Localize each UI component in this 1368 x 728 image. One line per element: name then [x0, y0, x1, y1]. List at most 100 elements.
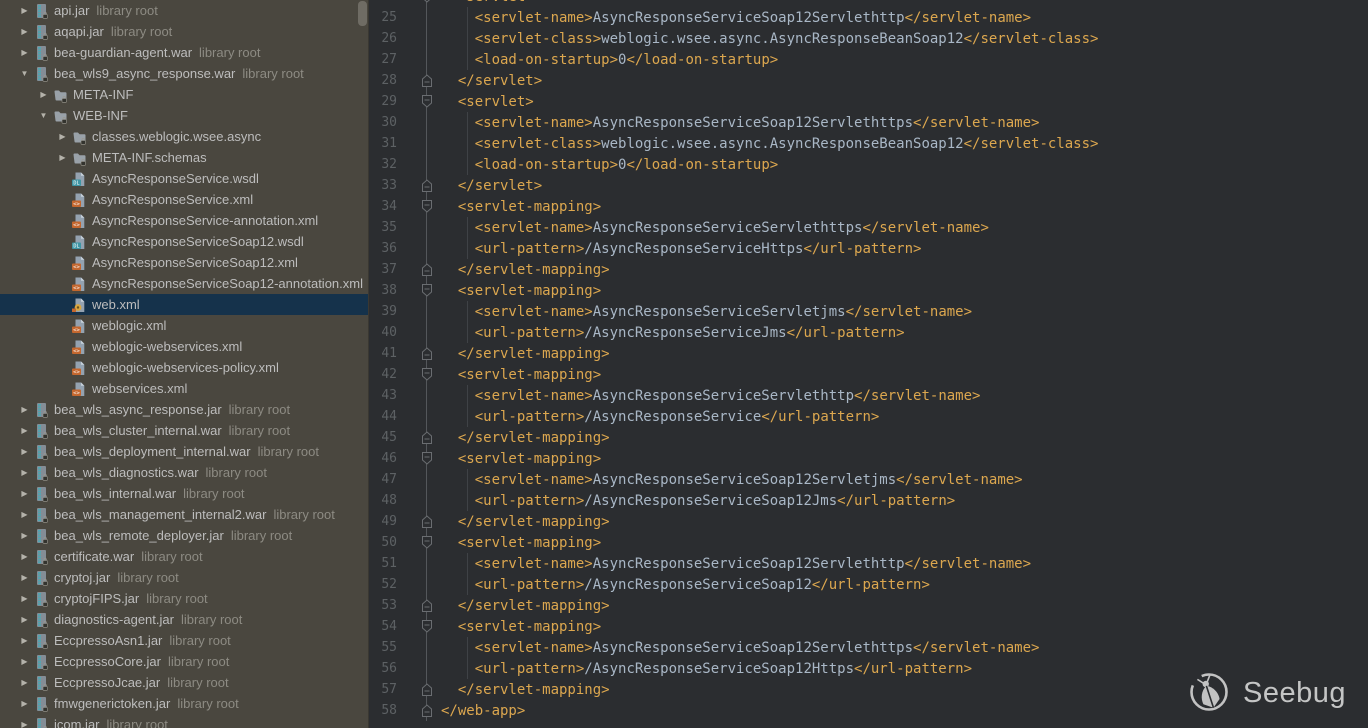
- code-line[interactable]: 46 <servlet-mapping>: [369, 448, 1368, 469]
- tree-item[interactable]: ▶ api.jar library root: [0, 0, 368, 21]
- tree-item[interactable]: ▶ EccpressoAsn1.jar library root: [0, 630, 368, 651]
- tree-item[interactable]: ▶ certificate.war library root: [0, 546, 368, 567]
- tree-item[interactable]: ▶ bea_wls_deployment_internal.war librar…: [0, 441, 368, 462]
- code-line[interactable]: 26 <servlet-class>weblogic.wsee.async.As…: [369, 28, 1368, 49]
- tree-scrollbar-thumb[interactable]: [358, 1, 367, 26]
- code-line[interactable]: 45 </servlet-mapping>: [369, 427, 1368, 448]
- code-line[interactable]: 43 <servlet-name>AsyncResponseServiceSer…: [369, 385, 1368, 406]
- tree-item[interactable]: ▶ EccpressoJcae.jar library root: [0, 672, 368, 693]
- tree-item[interactable]: ▶ diagnostics-agent.jar library root: [0, 609, 368, 630]
- expand-arrow-icon[interactable]: ▶: [16, 567, 33, 588]
- tree-item[interactable]: DL AsyncResponseServiceSoap12.wsdl: [0, 231, 368, 252]
- code-line[interactable]: 38 <servlet-mapping>: [369, 280, 1368, 301]
- fold-end-marker[interactable]: [421, 73, 433, 88]
- tree-item[interactable]: ▶ META-INF.schemas: [0, 147, 368, 168]
- expand-arrow-icon[interactable]: ▶: [54, 147, 71, 168]
- expand-arrow-icon[interactable]: ▶: [16, 609, 33, 630]
- fold-end-marker[interactable]: [421, 262, 433, 277]
- fold-start-marker[interactable]: [421, 451, 433, 466]
- tree-item[interactable]: ▶ bea_wls_cluster_internal.war library r…: [0, 420, 368, 441]
- code-line[interactable]: 32 <load-on-startup>0</load-on-startup>: [369, 154, 1368, 175]
- tree-item[interactable]: ▶ bea_wls_remote_deployer.jar library ro…: [0, 525, 368, 546]
- fold-start-marker[interactable]: [421, 94, 433, 109]
- tree-item-selected[interactable]: web.xml: [0, 294, 368, 315]
- code-line[interactable]: 33 </servlet>: [369, 175, 1368, 196]
- tree-item[interactable]: ▼ bea_wls9_async_response.war library ro…: [0, 63, 368, 84]
- tree-item[interactable]: ▶ EccpressoCore.jar library root: [0, 651, 368, 672]
- code-line[interactable]: 50 <servlet-mapping>: [369, 532, 1368, 553]
- tree-item[interactable]: ▶ bea_wls_async_response.jar library roo…: [0, 399, 368, 420]
- tree-item[interactable]: <> webservices.xml: [0, 378, 368, 399]
- code-line[interactable]: 54 <servlet-mapping>: [369, 616, 1368, 637]
- code-line[interactable]: 42 <servlet-mapping>: [369, 364, 1368, 385]
- code-line[interactable]: 51 <servlet-name>AsyncResponseServiceSoa…: [369, 553, 1368, 574]
- code-line[interactable]: 31 <servlet-class>weblogic.wsee.async.As…: [369, 133, 1368, 154]
- tree-item[interactable]: ▶ bea_wls_management_internal2.war libra…: [0, 504, 368, 525]
- expand-arrow-icon[interactable]: ▼: [16, 63, 33, 84]
- code-line[interactable]: 27 <load-on-startup>0</load-on-startup>: [369, 49, 1368, 70]
- code-line[interactable]: 24 <servlet>: [369, 0, 1368, 7]
- code-line[interactable]: 37 </servlet-mapping>: [369, 259, 1368, 280]
- code-line[interactable]: 39 <servlet-name>AsyncResponseServiceSer…: [369, 301, 1368, 322]
- code-line[interactable]: 40 <url-pattern>/AsyncResponseServiceJms…: [369, 322, 1368, 343]
- fold-start-marker[interactable]: [421, 535, 433, 550]
- tree-item[interactable]: ▶ bea_wls_diagnostics.war library root: [0, 462, 368, 483]
- fold-end-marker[interactable]: [421, 178, 433, 193]
- tree-item[interactable]: <> AsyncResponseService.xml: [0, 189, 368, 210]
- tree-item[interactable]: <> weblogic-webservices.xml: [0, 336, 368, 357]
- fold-start-marker[interactable]: [421, 367, 433, 382]
- fold-end-marker[interactable]: [421, 598, 433, 613]
- code-editor[interactable]: 24 <servlet> 25 <servlet-name>AsyncRespo…: [369, 0, 1368, 728]
- expand-arrow-icon[interactable]: ▶: [54, 126, 71, 147]
- code-line[interactable]: 29 <servlet>: [369, 91, 1368, 112]
- code-line[interactable]: 36 <url-pattern>/AsyncResponseServiceHtt…: [369, 238, 1368, 259]
- tree-item[interactable]: ▶ META-INF: [0, 84, 368, 105]
- code-line[interactable]: 44 <url-pattern>/AsyncResponseService</u…: [369, 406, 1368, 427]
- expand-arrow-icon[interactable]: ▶: [16, 399, 33, 420]
- fold-start-marker[interactable]: [421, 619, 433, 634]
- fold-start-marker[interactable]: [421, 199, 433, 214]
- tree-item[interactable]: <> weblogic.xml: [0, 315, 368, 336]
- code-line[interactable]: 30 <servlet-name>AsyncResponseServiceSoa…: [369, 112, 1368, 133]
- tree-item[interactable]: DL AsyncResponseService.wsdl: [0, 168, 368, 189]
- expand-arrow-icon[interactable]: ▶: [16, 504, 33, 525]
- tree-item[interactable]: <> AsyncResponseService-annotation.xml: [0, 210, 368, 231]
- tree-item[interactable]: ▶ icom.jar library root: [0, 714, 368, 728]
- code-line[interactable]: 48 <url-pattern>/AsyncResponseServiceSoa…: [369, 490, 1368, 511]
- expand-arrow-icon[interactable]: ▶: [16, 21, 33, 42]
- expand-arrow-icon[interactable]: ▶: [16, 630, 33, 651]
- tree-item[interactable]: ▶ fmwgenerictoken.jar library root: [0, 693, 368, 714]
- code-line[interactable]: 52 <url-pattern>/AsyncResponseServiceSoa…: [369, 574, 1368, 595]
- expand-arrow-icon[interactable]: ▶: [16, 42, 33, 63]
- expand-arrow-icon[interactable]: ▶: [16, 672, 33, 693]
- fold-start-marker[interactable]: [421, 283, 433, 298]
- expand-arrow-icon[interactable]: ▶: [16, 525, 33, 546]
- expand-arrow-icon[interactable]: ▼: [35, 105, 52, 126]
- tree-item[interactable]: ▶ aqapi.jar library root: [0, 21, 368, 42]
- tree-item[interactable]: ▶ classes.weblogic.wsee.async: [0, 126, 368, 147]
- expand-arrow-icon[interactable]: ▶: [35, 84, 52, 105]
- tree-item[interactable]: <> AsyncResponseServiceSoap12-annotation…: [0, 273, 368, 294]
- fold-end-marker[interactable]: [421, 514, 433, 529]
- fold-end-marker[interactable]: [421, 682, 433, 697]
- code-line[interactable]: 35 <servlet-name>AsyncResponseServiceSer…: [369, 217, 1368, 238]
- tree-item[interactable]: ▶ cryptoj.jar library root: [0, 567, 368, 588]
- code-line[interactable]: 34 <servlet-mapping>: [369, 196, 1368, 217]
- expand-arrow-icon[interactable]: ▶: [16, 0, 33, 21]
- tree-item[interactable]: ▶ bea-guardian-agent.war library root: [0, 42, 368, 63]
- expand-arrow-icon[interactable]: ▶: [16, 588, 33, 609]
- code-line[interactable]: 25 <servlet-name>AsyncResponseServiceSoa…: [369, 7, 1368, 28]
- fold-end-marker[interactable]: [421, 430, 433, 445]
- tree-item[interactable]: ▼ WEB-INF: [0, 105, 368, 126]
- fold-start-marker[interactable]: [421, 0, 433, 4]
- code-line[interactable]: 55 <servlet-name>AsyncResponseServiceSoa…: [369, 637, 1368, 658]
- expand-arrow-icon[interactable]: ▶: [16, 462, 33, 483]
- code-line[interactable]: 41 </servlet-mapping>: [369, 343, 1368, 364]
- code-line[interactable]: 53 </servlet-mapping>: [369, 595, 1368, 616]
- tree-item[interactable]: <> AsyncResponseServiceSoap12.xml: [0, 252, 368, 273]
- code-line[interactable]: 47 <servlet-name>AsyncResponseServiceSoa…: [369, 469, 1368, 490]
- expand-arrow-icon[interactable]: ▶: [16, 483, 33, 504]
- tree-item[interactable]: ▶ cryptojFIPS.jar library root: [0, 588, 368, 609]
- code-line[interactable]: 28 </servlet>: [369, 70, 1368, 91]
- tree-item[interactable]: <> weblogic-webservices-policy.xml: [0, 357, 368, 378]
